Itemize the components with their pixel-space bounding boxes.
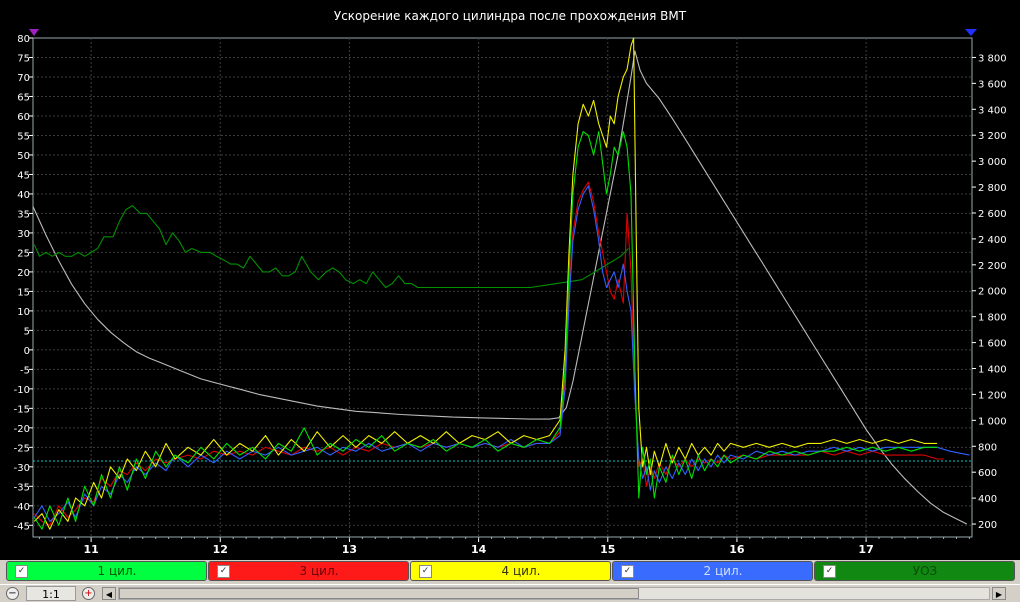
legend-item-cyl3[interactable]: ✓ 3 цил.: [208, 561, 409, 581]
y-tick-label: 15: [17, 287, 30, 298]
y-tick-label: -25: [14, 443, 30, 454]
legend-label: 1 цил.: [97, 564, 137, 578]
y-tick-label: 30: [17, 229, 30, 240]
checkbox-icon[interactable]: ✓: [823, 564, 836, 578]
y2-tick-label: 2 600: [978, 209, 1007, 220]
y2-tick-label: 2 200: [978, 261, 1007, 272]
y2-tick-label: 800: [978, 442, 997, 453]
left-cursor-marker[interactable]: [29, 29, 39, 36]
y-tick-label: -5: [20, 365, 30, 376]
x-tick-label: 14: [471, 543, 487, 556]
y-tick-label: -40: [14, 502, 30, 513]
y2-tick-label: 2 800: [978, 183, 1007, 194]
legend-label: 4 цил.: [501, 564, 541, 578]
y-tick-label: -15: [14, 404, 30, 415]
y-tick-label: 50: [17, 151, 30, 162]
scroll-thumb[interactable]: [119, 588, 639, 599]
legend-label: 3 цил.: [299, 564, 339, 578]
y-tick-label: -20: [14, 424, 30, 435]
legend: ✓ 1 цил. ✓ 3 цил. ✓ 4 цил. ✓ 2 цил. ✓ УО…: [0, 560, 1020, 584]
y2-tick-label: 1 800: [978, 313, 1007, 324]
y-tick-label: 20: [17, 268, 30, 279]
legend-item-cyl4[interactable]: ✓ 4 цил.: [410, 561, 611, 581]
y-tick-label: -45: [14, 521, 30, 532]
y-tick-label: -35: [14, 482, 30, 493]
y2-tick-label: 3 400: [978, 105, 1007, 116]
checkbox-icon[interactable]: ✓: [217, 564, 230, 578]
x-tick-label: 15: [600, 543, 615, 556]
legend-item-uoz[interactable]: ✓ УОЗ: [814, 561, 1015, 581]
y2-tick-label: 1 400: [978, 365, 1007, 376]
y2-tick-label: 400: [978, 494, 997, 505]
checkbox-icon[interactable]: ✓: [621, 564, 634, 578]
y2-tick-label: 1 000: [978, 416, 1007, 427]
x-tick-label: 17: [858, 543, 873, 556]
legend-label: УОЗ: [912, 564, 938, 578]
scroll-right-arrow-icon[interactable]: ▶: [992, 587, 1006, 600]
y-tick-label: 45: [17, 170, 30, 181]
x-tick-label: 16: [729, 543, 745, 556]
y-tick-label: 80: [17, 34, 30, 45]
y-tick-label: 0: [24, 346, 30, 357]
y-tick-label: 75: [17, 53, 30, 64]
y-tick-label: 70: [17, 73, 30, 84]
y-tick-label: -10: [14, 385, 30, 396]
y-tick-label: 35: [17, 209, 30, 220]
checkbox-icon[interactable]: ✓: [419, 564, 432, 578]
y-tick-label: 25: [17, 248, 30, 259]
horizontal-scrollbar[interactable]: [118, 587, 990, 600]
y-tick-label: -30: [14, 463, 30, 474]
y-tick-label: 65: [17, 92, 30, 103]
y2-tick-label: 1 600: [978, 339, 1007, 350]
y-tick-label: 60: [17, 112, 30, 123]
y2-tick-label: 1 200: [978, 390, 1007, 401]
zoom-ratio: 1:1: [26, 586, 76, 601]
right-cursor-marker[interactable]: [965, 29, 977, 36]
status-bar: − 1:1 + ◀ ▶: [0, 584, 1020, 602]
zoom-out-icon[interactable]: −: [6, 587, 19, 600]
y-tick-label: 10: [17, 307, 30, 318]
y2-tick-label: 3 600: [978, 79, 1007, 90]
y-tick-label: 40: [17, 190, 30, 201]
legend-label: 2 цил.: [703, 564, 743, 578]
y2-tick-label: 2 000: [978, 287, 1007, 298]
y2-tick-label: 3 800: [978, 53, 1007, 64]
y2-tick-label: 600: [978, 468, 997, 479]
chart-title: Ускорение каждого цилиндра после прохожд…: [334, 9, 687, 23]
chart: Ускорение каждого цилиндра после прохожд…: [14, 9, 1007, 556]
y-tick-label: 55: [17, 131, 30, 142]
y-tick-label: 5: [24, 326, 30, 337]
legend-item-cyl2[interactable]: ✓ 2 цил.: [612, 561, 813, 581]
y2-tick-label: 200: [978, 520, 997, 531]
x-tick-label: 11: [83, 543, 98, 556]
y2-tick-label: 2 400: [978, 235, 1007, 246]
checkbox-icon[interactable]: ✓: [15, 564, 28, 578]
x-tick-label: 13: [342, 543, 357, 556]
legend-item-cyl1[interactable]: ✓ 1 цил.: [6, 561, 207, 581]
scroll-left-arrow-icon[interactable]: ◀: [102, 587, 116, 600]
zoom-in-icon[interactable]: +: [82, 587, 95, 600]
chart-window[interactable]: Ускорение каждого цилиндра после прохожд…: [0, 0, 1020, 560]
y2-tick-label: 3 200: [978, 131, 1007, 142]
x-tick-label: 12: [213, 543, 228, 556]
y2-tick-label: 3 000: [978, 157, 1007, 168]
